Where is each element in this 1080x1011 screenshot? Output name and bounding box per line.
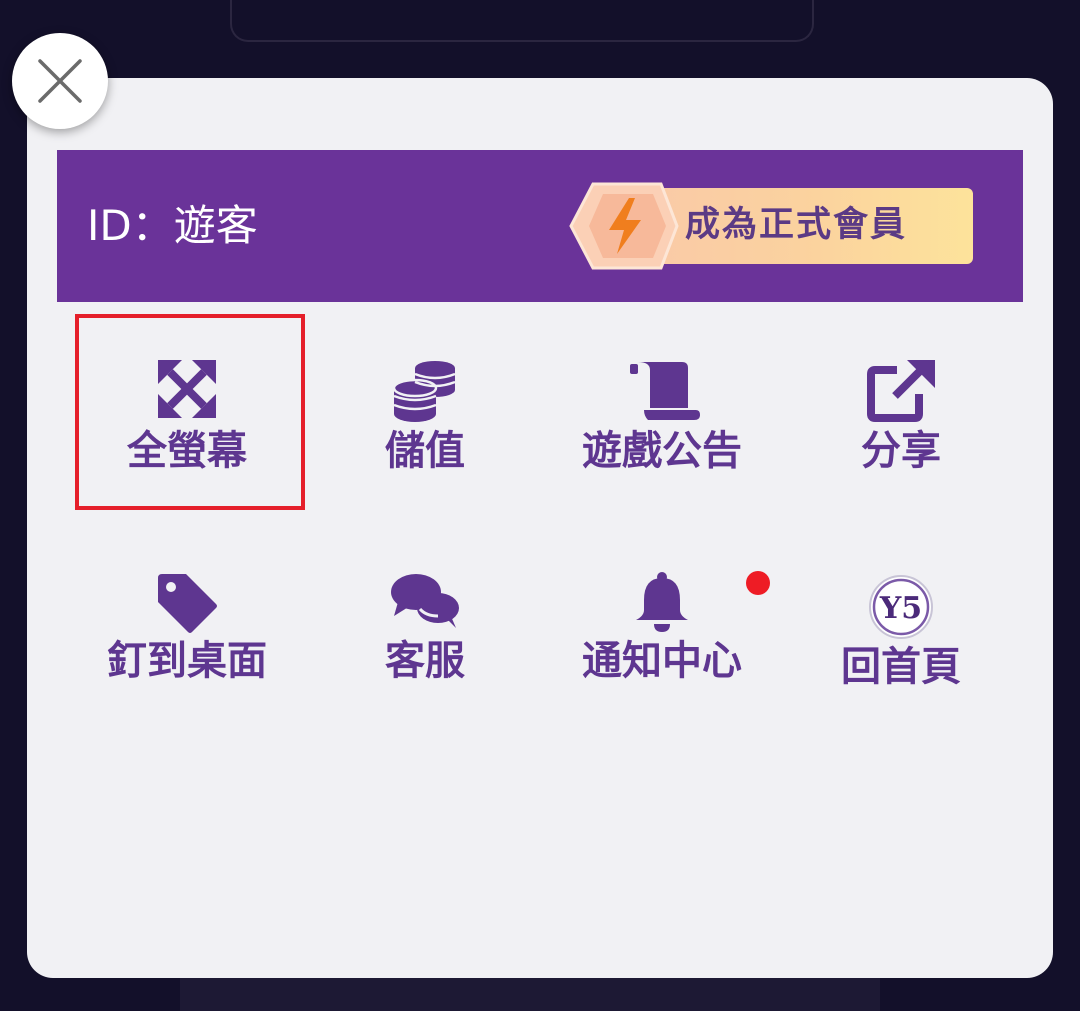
- notification-badge-dot: [746, 571, 770, 595]
- menu-item-label: 遊戲公告: [582, 428, 742, 474]
- close-button[interactable]: [12, 33, 108, 129]
- y5-logo-icon: Y5: [869, 575, 933, 639]
- y5-logo-text: Y5: [879, 591, 922, 626]
- menu-item-label: 回首頁: [841, 644, 961, 690]
- menu-item-label: 儲值: [385, 428, 465, 474]
- user-header: ID：遊客 成為正式會員: [57, 150, 1023, 302]
- menu-item-label: 釘到桌面: [107, 638, 267, 684]
- close-icon: [38, 59, 82, 103]
- menu-item-customer-service[interactable]: 客服: [310, 572, 540, 742]
- menu-item-share[interactable]: 分享: [786, 360, 1016, 530]
- tag-icon: [158, 574, 217, 633]
- scroll-icon: [630, 362, 700, 420]
- chat-bubbles-icon: [391, 574, 459, 628]
- menu-item-announcements[interactable]: 遊戲公告: [547, 360, 777, 530]
- selection-highlight-box: [75, 314, 305, 510]
- member-button-label: 成為正式會員: [685, 205, 908, 245]
- menu-item-label: 分享: [861, 428, 941, 474]
- background-game-strip: [180, 975, 880, 1011]
- share-external-icon: [867, 360, 935, 422]
- menu-item-notification-center[interactable]: 通知中心: [547, 572, 777, 742]
- menu-item-pin-desktop[interactable]: 釘到桌面: [72, 572, 302, 742]
- menu-item-home[interactable]: Y5 回首頁: [786, 572, 1016, 742]
- menu-item-label: 通知中心: [582, 638, 742, 684]
- coins-icon: [393, 361, 456, 422]
- menu-item-topup[interactable]: 儲值: [310, 360, 540, 530]
- become-member-button[interactable]: 成為正式會員: [569, 182, 977, 270]
- background-game-frame: [230, 0, 814, 42]
- lightning-badge-icon: [569, 182, 679, 270]
- bell-icon: [636, 572, 688, 632]
- user-id-label: ID：遊客: [87, 201, 258, 250]
- menu-item-label: 客服: [385, 638, 465, 684]
